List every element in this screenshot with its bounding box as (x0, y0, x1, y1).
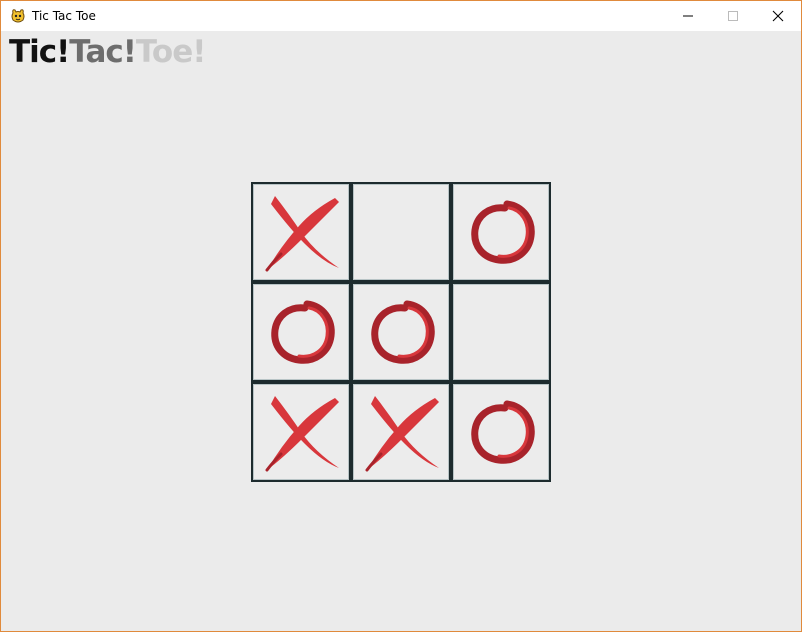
board-cell-r3-c2[interactable] (351, 382, 451, 482)
pygame-snake-icon (10, 8, 26, 24)
close-button[interactable] (755, 1, 801, 31)
minimize-button[interactable] (665, 1, 711, 31)
board-cell-r1-c3[interactable] (451, 182, 551, 282)
window-title: Tic Tac Toe (32, 9, 96, 23)
board-cell-r3-c3[interactable] (451, 382, 551, 482)
title-bar[interactable]: Tic Tac Toe (1, 1, 801, 31)
board-cell-r1-c2[interactable] (351, 182, 451, 282)
board-cell-r2-c3[interactable] (451, 282, 551, 382)
close-icon (772, 7, 784, 26)
game-logo: Tic!Tac!Toe! (9, 34, 206, 70)
board-cell-r2-c1[interactable] (251, 282, 351, 382)
board-cell-r1-c1[interactable] (251, 182, 351, 282)
maximize-button[interactable] (710, 1, 756, 31)
board-cell-r2-c2[interactable] (351, 282, 451, 382)
board-cell-r3-c1[interactable] (251, 382, 351, 482)
minimize-icon (682, 7, 694, 26)
maximize-icon (727, 7, 739, 26)
logo-word-tic: Tic! (9, 34, 70, 70)
game-board (251, 182, 551, 482)
logo-word-tac: Tac! (69, 34, 137, 70)
app-window: Tic Tac Toe Tic!Tac!Toe! (0, 0, 802, 632)
logo-word-toe: Toe! (135, 34, 206, 70)
game-canvas: Tic!Tac!Toe! (1, 31, 801, 631)
